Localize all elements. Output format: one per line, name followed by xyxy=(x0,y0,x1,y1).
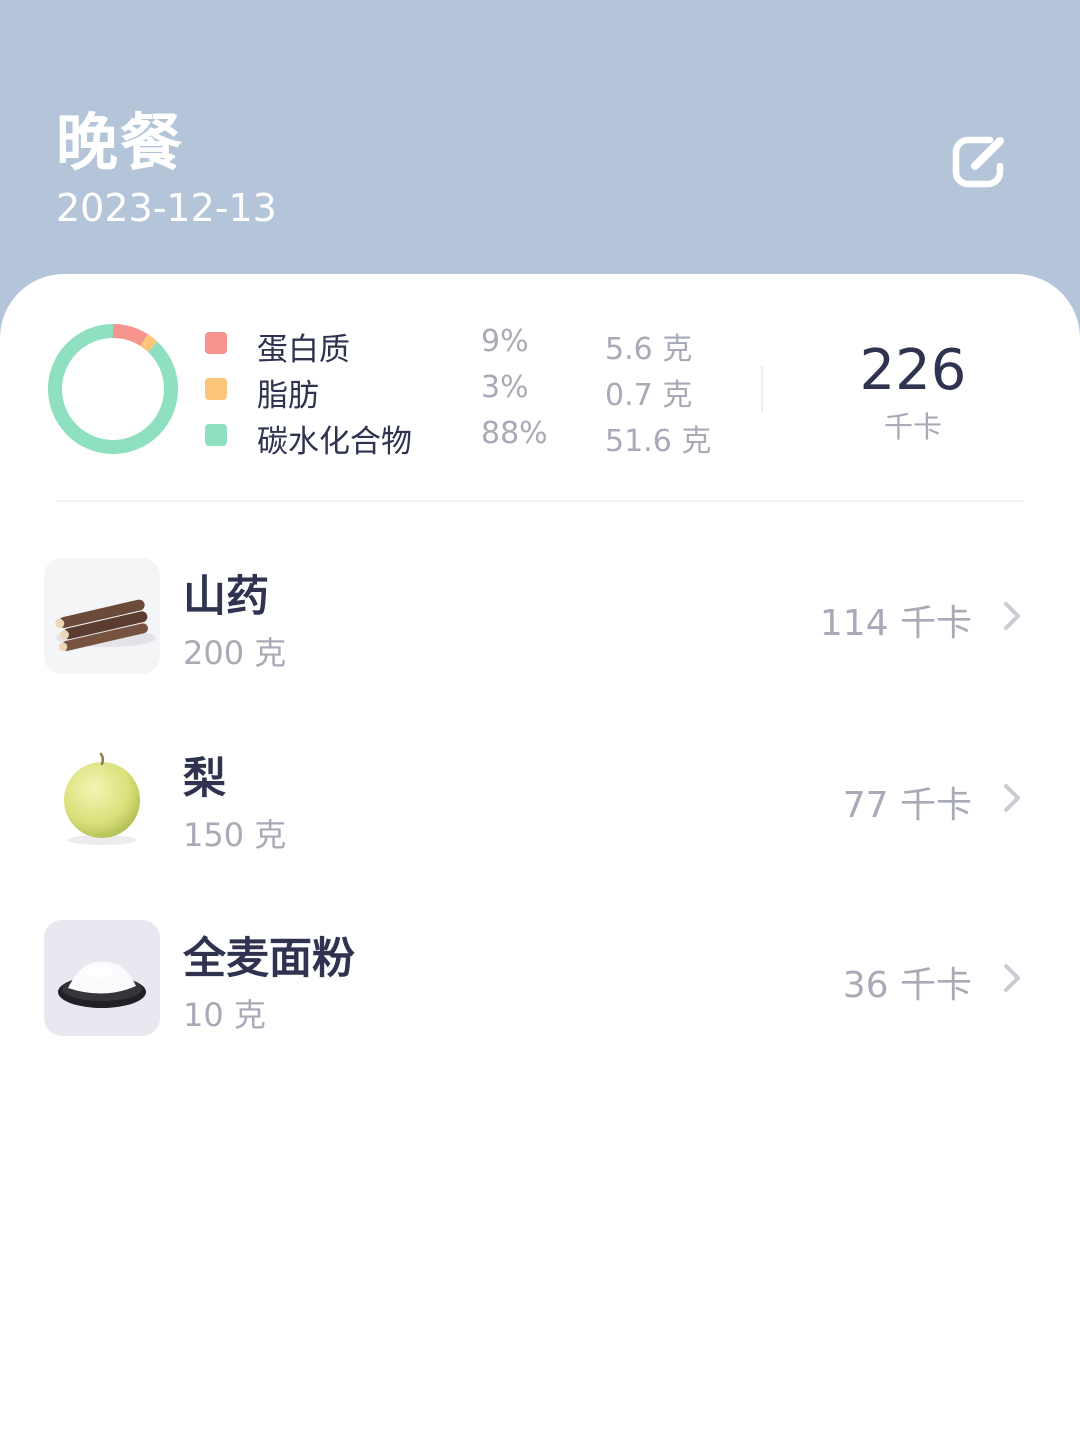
macro-name: 蛋白质 xyxy=(257,332,350,368)
macro-name: 脂肪 xyxy=(257,378,319,414)
pear-image xyxy=(44,740,160,856)
food-name: 全麦面粉 xyxy=(183,934,355,984)
macro-name: 碳水化合物 xyxy=(257,424,412,460)
macro-amount: 0.7 克 xyxy=(605,378,693,413)
fat-color-dot xyxy=(205,378,227,400)
macro-row-fat: 脂肪 3% 0.7 克 xyxy=(205,370,725,414)
edit-icon xyxy=(952,136,1004,188)
macro-row-protein: 蛋白质 9% 5.6 克 xyxy=(205,324,725,368)
macro-percent: 9% xyxy=(481,324,529,359)
food-amount: 200 克 xyxy=(183,634,287,672)
carbs-color-dot xyxy=(205,424,227,446)
donut-segment-2 xyxy=(48,324,178,454)
meal-date: 2023-12-13 xyxy=(56,186,277,230)
food-calories: 77 千卡 xyxy=(842,785,972,826)
chevron-right-icon xyxy=(1004,784,1020,812)
summary-divider xyxy=(761,366,763,412)
food-amount: 10 克 xyxy=(183,996,266,1034)
food-name: 山药 xyxy=(183,572,269,622)
protein-color-dot xyxy=(205,332,227,354)
header: 晚餐 2023-12-13 xyxy=(0,0,1080,300)
food-amount: 150 克 xyxy=(183,816,287,854)
macro-amount: 51.6 克 xyxy=(605,424,712,459)
total-calories: 226 xyxy=(859,338,967,403)
chevron-right-icon xyxy=(1004,602,1020,630)
food-item-whole-wheat-flour[interactable]: 全麦面粉 10 克 36 千卡 xyxy=(0,920,1080,1040)
macro-donut-chart xyxy=(48,324,178,454)
macro-percent: 88% xyxy=(481,416,548,451)
food-name: 梨 xyxy=(183,754,226,804)
edit-button[interactable] xyxy=(946,126,1016,196)
food-item-chinese-yam[interactable]: 山药 200 克 114 千卡 xyxy=(0,558,1080,678)
chinese-yam-image xyxy=(44,558,160,674)
total-calories-unit: 千卡 xyxy=(883,410,942,444)
section-divider xyxy=(56,500,1024,502)
chevron-right-icon xyxy=(1004,964,1020,992)
macro-amount: 5.6 克 xyxy=(605,332,693,367)
food-calories: 36 千卡 xyxy=(842,965,972,1006)
food-calories: 114 千卡 xyxy=(819,603,972,644)
whole-wheat-flour-image xyxy=(44,920,160,1036)
page-title: 晚餐 xyxy=(56,106,185,179)
macro-percent: 3% xyxy=(481,370,529,405)
food-item-pear[interactable]: 梨 150 克 77 千卡 xyxy=(0,740,1080,860)
macro-row-carbs: 碳水化合物 88% 51.6 克 xyxy=(205,416,725,460)
